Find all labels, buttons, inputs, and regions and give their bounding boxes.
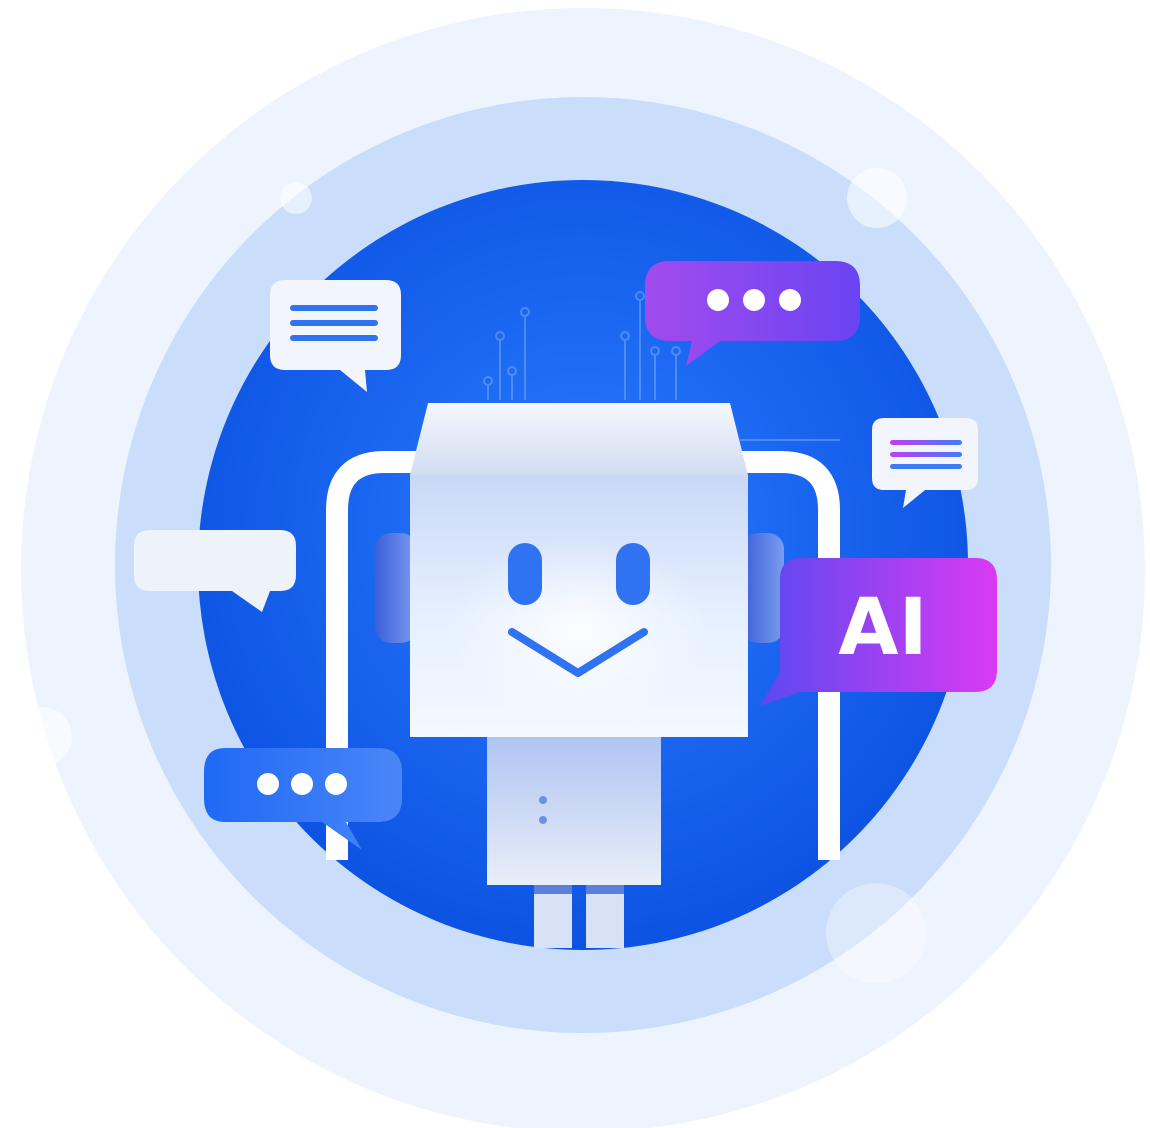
ai-badge-icon: AI [760,558,997,706]
decor-dot [12,707,72,767]
decor-dot [280,182,312,214]
robot-ear-right [742,533,784,643]
decor-dot [847,168,907,228]
robot-eye-right [616,543,650,605]
robot-body [487,735,661,885]
robot-eye-left [508,543,542,605]
decor-dot [826,883,926,983]
ai-badge-label: AI [838,583,927,673]
robot-icon [410,403,748,737]
robot-head-top [410,403,748,475]
illustration-canvas: AI [12,8,1145,1128]
ai-chatbot-illustration: AI [0,0,1150,1128]
